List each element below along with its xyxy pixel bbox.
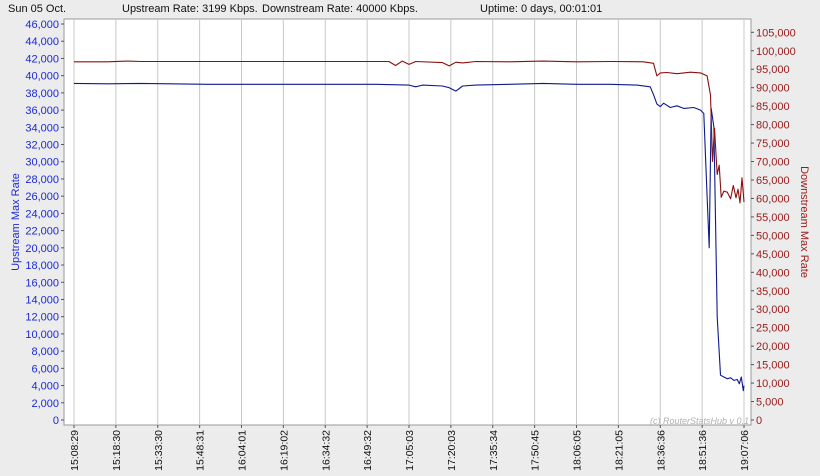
y-left-tick-label: 2,000 xyxy=(31,398,59,410)
x-tick-label: 19:07:06 xyxy=(739,430,751,471)
y-right-tick-label: 20,000 xyxy=(756,341,790,353)
x-tick-label: 17:05:03 xyxy=(404,430,416,471)
y-left-tick-label: 26,000 xyxy=(25,191,59,203)
y-right-tick-label: 15,000 xyxy=(756,360,790,372)
y-right-tick-label: 50,000 xyxy=(756,230,790,242)
y-left-tick-label: 24,000 xyxy=(25,208,59,220)
plot-area xyxy=(63,18,752,426)
y-right-tick-label: 105,000 xyxy=(756,27,796,39)
y-left-tick-label: 42,000 xyxy=(25,53,59,65)
y-right-tick-label: 95,000 xyxy=(756,64,790,76)
y-right-tick-label: 65,000 xyxy=(756,175,790,187)
x-tick-label: 16:34:32 xyxy=(320,430,332,471)
y-right-tick-label: 25,000 xyxy=(756,323,790,335)
y-right-tick-label: 40,000 xyxy=(756,267,790,279)
y-right-tick-label: 80,000 xyxy=(756,120,790,132)
y-left-tick-label: 44,000 xyxy=(25,36,59,48)
y-axis-left: 0 2,000 4,000 6,000 8,000 10,000 12,000 14,000 1… xyxy=(25,19,64,427)
watermark-text: (c) RouterStatsHub v 0.1 xyxy=(650,416,749,426)
y-right-tick-label: 60,000 xyxy=(756,193,790,205)
y-right-tick-label: 90,000 xyxy=(756,83,790,95)
y-axis-right-label: Downstream Max Rate xyxy=(798,166,810,278)
y-left-tick-label: 4,000 xyxy=(31,381,59,393)
y-left-tick-label: 32,000 xyxy=(25,140,59,152)
x-tick-label: 16:04:01 xyxy=(237,430,249,471)
y-right-tick-label: 10,000 xyxy=(756,378,790,390)
y-left-tick-label: 40,000 xyxy=(25,71,59,83)
y-left-tick-label: 10,000 xyxy=(25,329,59,341)
x-tick-label: 18:06:05 xyxy=(572,430,584,471)
y-left-tick-label: 16,000 xyxy=(25,277,59,289)
x-tick-label: 15:33:30 xyxy=(153,430,165,471)
x-tick-label: 16:49:32 xyxy=(362,430,374,471)
y-left-tick-label: 38,000 xyxy=(25,88,59,100)
y-left-tick-label: 28,000 xyxy=(25,174,59,186)
x-tick-label: 15:08:29 xyxy=(69,430,81,471)
y-right-tick-label: 0 xyxy=(756,415,762,427)
y-right-tick-label: 75,000 xyxy=(756,138,790,150)
y-left-tick-label: 6,000 xyxy=(31,363,59,375)
y-right-tick-label: 85,000 xyxy=(756,101,790,113)
y-left-tick-label: 36,000 xyxy=(25,105,59,117)
y-left-tick-label: 46,000 xyxy=(25,19,59,31)
y-left-tick-label: 14,000 xyxy=(25,294,59,306)
x-tick-label: 15:48:31 xyxy=(195,430,207,471)
y-right-tick-label: 70,000 xyxy=(756,157,790,169)
y-right-tick-label: 45,000 xyxy=(756,249,790,261)
x-tick-label: 17:50:45 xyxy=(530,430,542,471)
rate-chart: 0 2,000 4,000 6,000 8,000 10,000 12,000 14,000 1… xyxy=(10,18,810,471)
y-left-tick-label: 34,000 xyxy=(25,122,59,134)
y-left-tick-label: 18,000 xyxy=(25,260,59,272)
x-tick-label: 17:20:03 xyxy=(446,430,458,471)
y-right-tick-label: 30,000 xyxy=(756,304,790,316)
x-axis: 15:08:29 15:18:30 15:33:30 15:48:31 16:04:01… xyxy=(69,425,751,471)
x-tick-label: 18:36:36 xyxy=(655,430,667,471)
y-axis-right: 0 5,000 10,000 15,000 20,000 25,000 30,000 35,0… xyxy=(751,27,796,427)
y-right-tick-label: 100,000 xyxy=(756,46,796,58)
y-axis-left-label: Upstream Max Rate xyxy=(10,173,22,271)
y-left-tick-label: 22,000 xyxy=(25,226,59,238)
y-left-tick-label: 0 xyxy=(53,415,59,427)
y-left-tick-label: 20,000 xyxy=(25,243,59,255)
x-tick-label: 15:18:30 xyxy=(111,430,123,471)
y-left-tick-label: 30,000 xyxy=(25,157,59,169)
y-left-tick-label: 8,000 xyxy=(31,346,59,358)
y-right-tick-label: 5,000 xyxy=(756,397,784,409)
x-tick-label: 18:21:05 xyxy=(613,430,625,471)
y-left-tick-label: 12,000 xyxy=(25,312,59,324)
y-right-tick-label: 35,000 xyxy=(756,286,790,298)
x-tick-label: 16:19:02 xyxy=(278,430,290,471)
x-tick-label: 18:51:36 xyxy=(697,430,709,471)
x-tick-label: 17:35:34 xyxy=(488,430,500,471)
y-right-tick-label: 55,000 xyxy=(756,212,790,224)
